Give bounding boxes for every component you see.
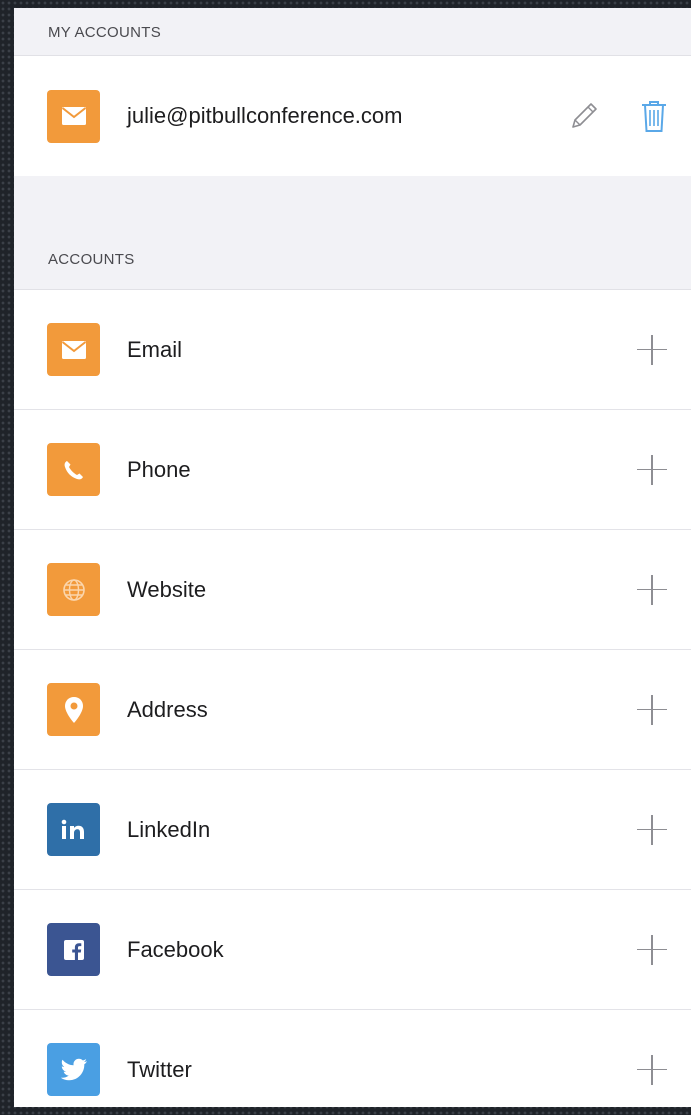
add-linkedin-icon[interactable] bbox=[637, 814, 667, 845]
accounts-panel: MY ACCOUNTS julie@pitbullconference.com … bbox=[14, 8, 691, 1107]
pencil-icon bbox=[572, 103, 597, 128]
globe-icon bbox=[47, 563, 100, 616]
account-row-linkedin[interactable]: LinkedIn bbox=[14, 770, 691, 890]
account-label-email: Email bbox=[127, 336, 183, 362]
account-label-twitter: Twitter bbox=[127, 1056, 192, 1082]
add-facebook-icon[interactable] bbox=[637, 934, 667, 965]
envelope-icon bbox=[47, 89, 100, 143]
my-account-email: julie@pitbullconference.com bbox=[127, 103, 403, 128]
edit-button[interactable] bbox=[567, 99, 601, 133]
my-accounts-header-label: MY ACCOUNTS bbox=[48, 24, 162, 41]
accounts-header: ACCOUNTS bbox=[14, 230, 691, 290]
account-label-facebook: Facebook bbox=[127, 936, 224, 962]
phone-icon bbox=[47, 443, 100, 496]
account-label-linkedin: LinkedIn bbox=[127, 816, 211, 842]
section-gap bbox=[14, 176, 691, 230]
facebook-icon bbox=[47, 923, 100, 976]
envelope-icon bbox=[47, 323, 100, 376]
account-row-twitter[interactable]: Twitter bbox=[14, 1010, 691, 1107]
account-label-address: Address bbox=[127, 696, 208, 722]
account-row-email[interactable]: Email bbox=[14, 290, 691, 410]
my-account-row[interactable]: julie@pitbullconference.com bbox=[14, 56, 691, 176]
trash-icon bbox=[642, 101, 666, 132]
add-email-icon[interactable] bbox=[637, 334, 667, 365]
linkedin-icon bbox=[47, 803, 100, 856]
account-label-phone: Phone bbox=[127, 456, 191, 482]
account-row-address[interactable]: Address bbox=[14, 650, 691, 770]
account-row-website[interactable]: Website bbox=[14, 530, 691, 650]
delete-button[interactable] bbox=[639, 98, 669, 134]
add-twitter-icon[interactable] bbox=[637, 1054, 667, 1085]
account-label-website: Website bbox=[127, 576, 207, 602]
account-row-phone[interactable]: Phone bbox=[14, 410, 691, 530]
my-accounts-header: MY ACCOUNTS bbox=[14, 8, 691, 56]
account-row-facebook[interactable]: Facebook bbox=[14, 890, 691, 1010]
add-address-icon[interactable] bbox=[637, 694, 667, 725]
accounts-header-label: ACCOUNTS bbox=[48, 251, 135, 268]
twitter-icon bbox=[47, 1043, 100, 1096]
map-pin-icon bbox=[47, 683, 100, 736]
add-website-icon[interactable] bbox=[637, 574, 667, 605]
add-phone-icon[interactable] bbox=[637, 454, 667, 485]
